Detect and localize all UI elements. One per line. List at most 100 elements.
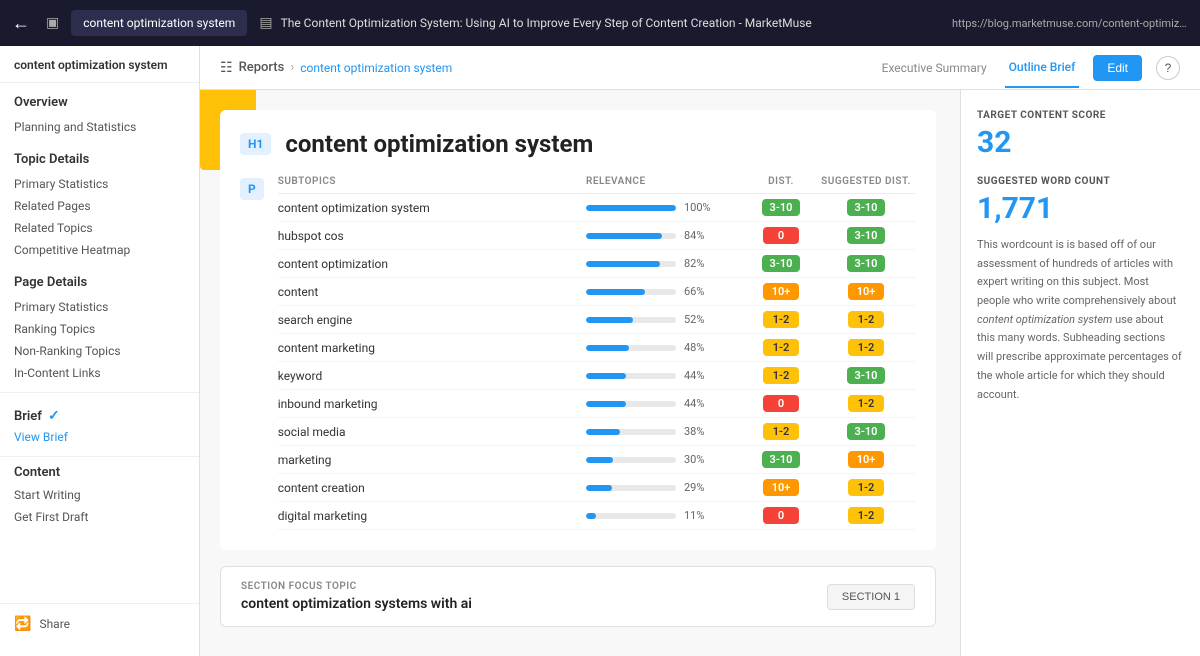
table-row: content optimization 82% 3-10 3-10 bbox=[278, 250, 916, 278]
sidebar-item-primary-stats-pd[interactable]: Primary Statistics bbox=[0, 296, 199, 318]
target-score-value: 32 bbox=[977, 125, 1184, 160]
relevance-cell: 11% bbox=[586, 509, 746, 522]
subtopic-label: hubspot cos bbox=[278, 229, 586, 243]
dist-cell: 0 bbox=[746, 227, 816, 244]
relevance-cell: 38% bbox=[586, 425, 746, 438]
subtopic-label: inbound marketing bbox=[278, 397, 586, 411]
dist-cell: 1-2 bbox=[746, 311, 816, 328]
relevance-cell: 82% bbox=[586, 257, 746, 270]
subtopic-label: keyword bbox=[278, 369, 586, 383]
suggested-cell: 3-10 bbox=[816, 199, 916, 216]
section-focus-topic: content optimization systems with ai bbox=[241, 596, 472, 612]
suggested-cell: 3-10 bbox=[816, 423, 916, 440]
dist-cell: 3-10 bbox=[746, 451, 816, 468]
reports-icon: ☷ bbox=[220, 60, 233, 76]
wordcount-label: SUGGESTED WORD COUNT bbox=[977, 176, 1184, 187]
target-score-label: TARGET CONTENT SCORE bbox=[977, 110, 1184, 121]
brand-label: content optimization system bbox=[83, 16, 235, 30]
sidebar-item-non-ranking-topics[interactable]: Non-Ranking Topics bbox=[0, 340, 199, 362]
subtopic-label: content optimization bbox=[278, 257, 586, 271]
sidebar-item-in-content-links[interactable]: In-Content Links bbox=[0, 362, 199, 384]
relevance-cell: 44% bbox=[586, 369, 746, 382]
suggested-cell: 3-10 bbox=[816, 367, 916, 384]
sidebar-item-topic-details[interactable]: Topic Details bbox=[0, 146, 199, 173]
breadcrumb-current: content optimization system bbox=[300, 61, 452, 75]
section-focus: SECTION FOCUS TOPIC content optimization… bbox=[220, 566, 936, 627]
suggested-cell: 1-2 bbox=[816, 479, 916, 496]
sidebar-item-competitive[interactable]: Competitive Heatmap bbox=[0, 239, 199, 261]
help-button[interactable]: ? bbox=[1156, 56, 1180, 80]
sidebar: content optimization system Overview Pla… bbox=[0, 46, 200, 656]
edit-button[interactable]: Edit bbox=[1093, 55, 1142, 81]
relevance-cell: 29% bbox=[586, 481, 746, 494]
relevance-cell: 44% bbox=[586, 397, 746, 410]
suggested-cell: 3-10 bbox=[816, 227, 916, 244]
back-icon[interactable]: ← bbox=[8, 9, 34, 38]
sidebar-item-planning[interactable]: Planning and Statistics bbox=[0, 116, 199, 138]
page-tab: ▤ The Content Optimization System: Using… bbox=[259, 15, 940, 31]
sidebar-item-overview[interactable]: Overview bbox=[0, 89, 199, 116]
dist-cell: 1-2 bbox=[746, 367, 816, 384]
col-relevance: RELEVANCE bbox=[586, 176, 746, 187]
sidebar-item-get-first-draft[interactable]: Get First Draft bbox=[0, 506, 199, 528]
section-button[interactable]: SECTION 1 bbox=[827, 584, 915, 610]
sidebar-item-page-details[interactable]: Page Details bbox=[0, 269, 199, 296]
dist-cell: 3-10 bbox=[746, 199, 816, 216]
dist-cell: 1-2 bbox=[746, 423, 816, 440]
sidebar-share[interactable]: 🔁 Share bbox=[0, 603, 199, 644]
table-row: keyword 44% 1-2 3-10 bbox=[278, 362, 916, 390]
tab-outline-brief[interactable]: Outline Brief bbox=[1005, 48, 1080, 88]
sidebar-item-start-writing[interactable]: Start Writing bbox=[0, 484, 199, 506]
dist-cell: 10+ bbox=[746, 283, 816, 300]
reports-label[interactable]: Reports bbox=[239, 60, 285, 75]
brief-check-icon: ✓ bbox=[48, 408, 60, 424]
article-header: H1 content optimization system bbox=[240, 130, 916, 158]
subtopic-label: marketing bbox=[278, 453, 586, 467]
brand-tab[interactable]: content optimization system bbox=[71, 10, 247, 36]
table-row: social media 38% 1-2 3-10 bbox=[278, 418, 916, 446]
dist-cell: 0 bbox=[746, 507, 816, 524]
tab-executive-summary[interactable]: Executive Summary bbox=[878, 49, 991, 87]
wordcount-desc: This wordcount is is based off of our as… bbox=[977, 236, 1184, 404]
relevance-cell: 30% bbox=[586, 453, 746, 466]
article-title: content optimization system bbox=[285, 130, 593, 158]
share-icon: 🔁 bbox=[14, 616, 31, 632]
table-row: content marketing 48% 1-2 1-2 bbox=[278, 334, 916, 362]
subtopics-table: SUBTOPICS RELEVANCE DIST. SUGGESTED DIST… bbox=[278, 176, 916, 530]
breadcrumb-separator: › bbox=[290, 60, 294, 75]
breadcrumb-bar: ☷ Reports › content optimization system … bbox=[200, 46, 1200, 90]
table-row: hubspot cos 84% 0 3-10 bbox=[278, 222, 916, 250]
subtopic-label: content optimization system bbox=[278, 201, 586, 215]
suggested-cell: 10+ bbox=[816, 283, 916, 300]
sidebar-item-brief: Brief ✓ bbox=[0, 400, 199, 428]
subtopic-label: content marketing bbox=[278, 341, 586, 355]
dist-cell: 10+ bbox=[746, 479, 816, 496]
suggested-cell: 10+ bbox=[816, 451, 916, 468]
page-url: https://blog.marketmuse.com/content-opti… bbox=[952, 17, 1192, 30]
table-row: content 66% 10+ 10+ bbox=[278, 278, 916, 306]
table-row: content optimization system 100% 3-10 3-… bbox=[278, 194, 916, 222]
table-row: search engine 52% 1-2 1-2 bbox=[278, 306, 916, 334]
table-row: marketing 30% 3-10 10+ bbox=[278, 446, 916, 474]
relevance-cell: 52% bbox=[586, 313, 746, 326]
relevance-cell: 48% bbox=[586, 341, 746, 354]
sidebar-item-view-brief[interactable]: View Brief bbox=[0, 428, 199, 452]
sidebar-item-content: Content bbox=[0, 457, 199, 484]
wordcount-value: 1,771 bbox=[977, 191, 1184, 226]
suggested-cell: 1-2 bbox=[816, 507, 916, 524]
sidebar-item-ranking-topics[interactable]: Ranking Topics bbox=[0, 318, 199, 340]
breadcrumb: ☷ Reports › content optimization system bbox=[220, 60, 452, 76]
subtopic-label: digital marketing bbox=[278, 509, 586, 523]
col-suggested-dist: SUGGESTED DIST. bbox=[816, 176, 916, 187]
sidebar-item-primary-stats-td[interactable]: Primary Statistics bbox=[0, 173, 199, 195]
col-subtopics: SUBTOPICS bbox=[278, 176, 586, 187]
article-panel: H1 content optimization system P SUBTOPI… bbox=[200, 90, 960, 656]
table-row: inbound marketing 44% 0 1-2 bbox=[278, 390, 916, 418]
suggested-cell: 1-2 bbox=[816, 311, 916, 328]
subtopic-label: content bbox=[278, 285, 586, 299]
suggested-cell: 3-10 bbox=[816, 255, 916, 272]
sidebar-item-related-pages[interactable]: Related Pages bbox=[0, 195, 199, 217]
breadcrumb-actions: Executive Summary Outline Brief Edit ? bbox=[878, 48, 1180, 88]
relevance-cell: 100% bbox=[586, 201, 746, 214]
sidebar-item-related-topics[interactable]: Related Topics bbox=[0, 217, 199, 239]
